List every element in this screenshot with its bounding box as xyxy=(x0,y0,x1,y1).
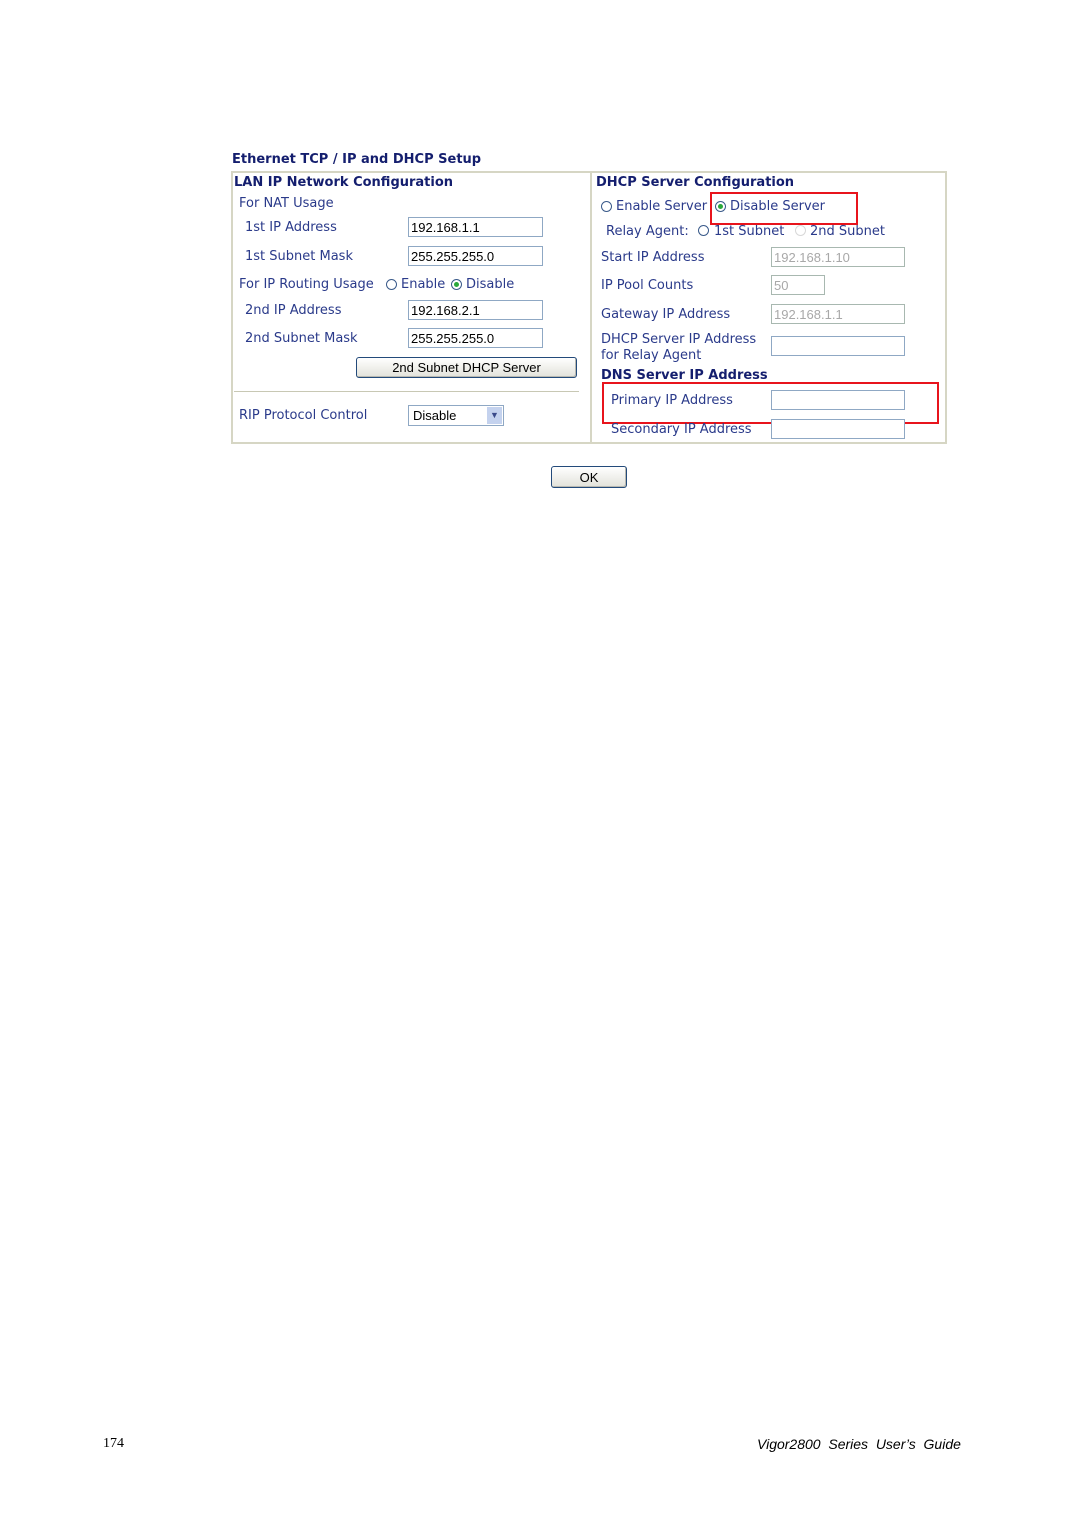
mask1-input[interactable] xyxy=(408,246,543,266)
guide-title: Vigor2800 Series User’s Guide xyxy=(757,1436,961,1452)
relay-server-label-2: for Relay Agent xyxy=(601,348,702,363)
relay-label: Relay Agent: xyxy=(606,224,689,239)
routing-label: For IP Routing Usage xyxy=(239,277,374,292)
highlight-box xyxy=(602,382,939,424)
panel-divider xyxy=(590,171,592,444)
routing-disable-radio[interactable] xyxy=(451,279,462,290)
rip-select[interactable]: Disable ▼ xyxy=(408,405,504,426)
start-ip-input[interactable] xyxy=(771,247,905,267)
pool-input[interactable] xyxy=(771,275,825,295)
dhcp-heading: DHCP Server Configuration xyxy=(596,175,795,190)
page: Ethernet TCP / IP and DHCP Setup LAN IP … xyxy=(0,0,1080,1528)
ok-button[interactable]: OK xyxy=(551,466,627,488)
page-title: Ethernet TCP / IP and DHCP Setup xyxy=(232,152,482,167)
relay-1st-radio[interactable] xyxy=(698,225,709,236)
mask1-label: 1st Subnet Mask xyxy=(245,249,353,264)
gateway-label: Gateway IP Address xyxy=(601,307,731,322)
routing-enable-radio[interactable] xyxy=(386,279,397,290)
lan-heading: LAN IP Network Configuration xyxy=(234,175,454,190)
relay-2nd-label: 2nd Subnet xyxy=(810,224,885,239)
mask2-label: 2nd Subnet Mask xyxy=(245,331,358,346)
ip2-input[interactable] xyxy=(408,300,543,320)
routing-enable-label: Enable xyxy=(401,277,446,292)
highlight-box xyxy=(710,192,858,225)
pool-label: IP Pool Counts xyxy=(601,278,694,293)
relay-2nd-radio[interactable] xyxy=(795,225,806,236)
dns-heading: DNS Server IP Address xyxy=(601,368,768,383)
ip1-label: 1st IP Address xyxy=(245,220,337,235)
gateway-input[interactable] xyxy=(771,304,905,324)
nat-usage-label: For NAT Usage xyxy=(239,196,334,211)
mask2-input[interactable] xyxy=(408,328,543,348)
secondary-dns-label: Secondary IP Address xyxy=(611,422,752,437)
routing-disable-label: Disable xyxy=(466,277,515,292)
rip-value: Disable xyxy=(413,408,457,423)
relay-1st-label: 1st Subnet xyxy=(714,224,785,239)
dhcp2-button[interactable]: 2nd Subnet DHCP Server xyxy=(356,357,577,378)
enable-server-label: Enable Server xyxy=(616,199,708,214)
ip2-label: 2nd IP Address xyxy=(245,303,342,318)
secondary-dns-input[interactable] xyxy=(771,419,905,439)
enable-server-radio[interactable] xyxy=(601,201,612,212)
relay-server-label: DHCP Server IP Address xyxy=(601,332,757,347)
divider xyxy=(234,391,579,392)
page-number: 174 xyxy=(103,1436,124,1451)
chevron-down-icon[interactable]: ▼ xyxy=(487,407,502,424)
rip-label: RIP Protocol Control xyxy=(239,408,368,423)
start-ip-label: Start IP Address xyxy=(601,250,705,265)
relay-server-input[interactable] xyxy=(771,336,905,356)
ip1-input[interactable] xyxy=(408,217,543,237)
